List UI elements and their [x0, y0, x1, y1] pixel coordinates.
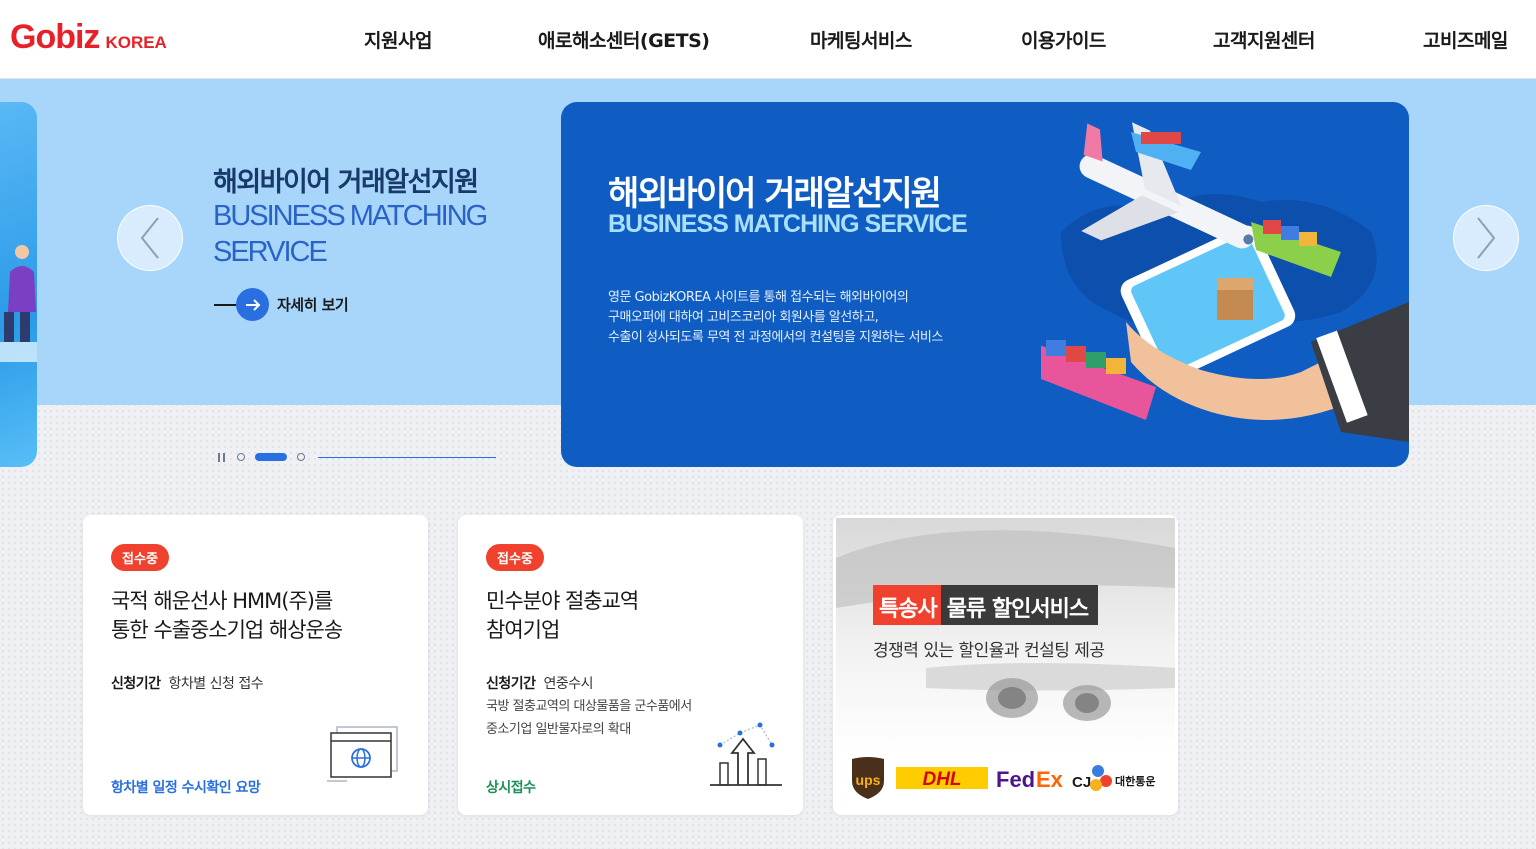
- svg-text:대한통운: 대한통운: [1115, 774, 1155, 788]
- nav-item-support-programs[interactable]: 지원사업: [364, 26, 432, 53]
- fedex-logo: Fed Ex: [996, 767, 1064, 792]
- nav-item-gets-center[interactable]: 애로해소센터(GETS): [538, 26, 710, 53]
- cj-logo: CJ 대한통운: [1072, 765, 1155, 791]
- card-footer-note: 상시접수: [486, 780, 536, 796]
- nav-item-gobiz-mail[interactable]: 고비즈메일: [1423, 26, 1508, 53]
- card-title-line1: 민수분야 절충교역: [486, 589, 639, 613]
- promo-headline: 특송사 물류 할인서비스: [873, 585, 1099, 625]
- card-title: 국적 해운선사 HMM(주)를 통한 수출중소기업 해상운송: [111, 587, 343, 645]
- svg-text:DHL: DHL: [922, 769, 961, 790]
- dhl-logo: DHL: [896, 767, 988, 790]
- program-card-hmm[interactable]: 접수중 국적 해운선사 HMM(주)를 통한 수출중소기업 해상운송 신청기간항…: [83, 515, 428, 815]
- card-period-label: 신청기간: [111, 676, 161, 692]
- logo-main-text: Gobiz: [10, 18, 100, 56]
- status-badge: 접수중: [111, 544, 169, 571]
- courier-logos: ups DHL Fed Ex CJ 대한통운: [852, 757, 1155, 799]
- chevron-left-icon: [140, 217, 159, 259]
- nav-item-marketing-service[interactable]: 마케팅서비스: [810, 26, 912, 53]
- promo-headline-red: 특송사: [873, 585, 941, 625]
- card-description: 국방 절충교역의 대상물품을 군수품에서 중소기업 일반물자로의 확대: [486, 695, 692, 741]
- view-more-label: 자세히 보기: [277, 296, 349, 314]
- card-period-value: 항차별 신청 접수: [168, 676, 264, 692]
- svg-text:Ex: Ex: [1036, 767, 1064, 792]
- card-desc-line1: 국방 절충교역의 대상물품을 군수품에서: [486, 699, 692, 714]
- airplane-photo: [836, 530, 1175, 721]
- card-period-value: 연중수시: [543, 676, 594, 692]
- hero-title-english: BUSINESS MATCHING SERVICE: [213, 198, 513, 270]
- card-period-label: 신청기간: [486, 676, 536, 692]
- gobiz-korea-logo[interactable]: Gobiz KOREA: [10, 18, 167, 58]
- ups-logo: ups: [852, 757, 884, 799]
- hero-card-subtitle: BUSINESS MATCHING SERVICE: [608, 210, 968, 238]
- hero-title-korean: 해외바이어 거래알선지원: [213, 167, 479, 198]
- pager-dot-1[interactable]: [237, 453, 245, 461]
- hero-card-title: 해외바이어 거래알선지원: [608, 174, 942, 214]
- hero-slide-card[interactable]: 해외바이어 거래알선지원 BUSINESS MATCHING SERVICE 영…: [561, 102, 1409, 467]
- logistics-discount-banner[interactable]: 특송사 물류 할인서비스 경쟁력 있는 할인율과 컨설팅 제공 ups DHL …: [833, 515, 1178, 815]
- pager-dot-3[interactable]: [297, 453, 305, 461]
- pause-icon[interactable]: [218, 452, 228, 462]
- promo-headline-dark: 물류 할인서비스: [940, 585, 1099, 625]
- status-badge: 접수중: [486, 544, 544, 571]
- nav-item-customer-center[interactable]: 고객지원센터: [1213, 26, 1315, 53]
- growth-chart-icon: [710, 722, 782, 786]
- card-title-line1: 국적 해운선사 HMM(주)를: [111, 589, 333, 613]
- pager-progress-line: [318, 456, 496, 458]
- person-illustration: [0, 245, 37, 362]
- site-header: Gobiz KOREA 지원사업 애로해소센터(GETS) 마케팅서비스 이용가…: [0, 0, 1536, 79]
- slide-prev-button[interactable]: [117, 205, 183, 271]
- trade-logistics-illustration: [1041, 122, 1409, 442]
- logo-sub-text: KOREA: [105, 33, 167, 52]
- card-footer-note: 항차별 일정 수시확인 요망: [111, 780, 261, 796]
- svg-text:Fed: Fed: [996, 767, 1035, 792]
- browser-globe-icon: [327, 726, 398, 782]
- chevron-right-icon: [1477, 217, 1496, 259]
- hero-card-desc-line1: 영문 GobizKOREA 사이트를 통해 접수되는 해외바이어의: [608, 290, 909, 305]
- card-title-line2: 통한 수출중소기업 해상운송: [111, 618, 343, 642]
- arrow-right-icon: [236, 288, 269, 321]
- hero-title-english-line2: SERVICE: [213, 236, 328, 268]
- slide-pager: [218, 450, 496, 464]
- view-more-link[interactable]: 자세히 보기: [214, 288, 349, 321]
- promo-subtitle: 경쟁력 있는 할인율과 컨설팅 제공: [873, 641, 1105, 661]
- nav-item-user-guide[interactable]: 이용가이드: [1021, 26, 1106, 53]
- hero-title-english-line1: BUSINESS MATCHING: [213, 200, 488, 232]
- hero-card-description: 영문 GobizKOREA 사이트를 통해 접수되는 해외바이어의 구매오퍼에 …: [608, 288, 943, 348]
- svg-text:ups: ups: [856, 772, 881, 788]
- svg-text:CJ: CJ: [1072, 774, 1091, 791]
- card-title-line2: 참여기업: [486, 618, 560, 642]
- program-card-offset-trade[interactable]: 접수중 민수분야 절충교역 참여기업 신청기간 연중수시 국방 절충교역의 대상물…: [458, 515, 803, 815]
- hero-card-desc-line2: 구매오퍼에 대하여 고비즈코리아 회원사를 알선하고,: [608, 310, 879, 325]
- card-title: 민수분야 절충교역 참여기업: [486, 587, 639, 645]
- slide-next-button[interactable]: [1453, 205, 1519, 271]
- pager-dot-2-active[interactable]: [255, 453, 287, 461]
- card-period: 신청기간 연중수시: [486, 673, 594, 693]
- card-period: 신청기간 항차별 신청 접수: [111, 673, 264, 693]
- card-desc-line2: 중소기업 일반물자로의 확대: [486, 722, 631, 737]
- previous-slide-peek[interactable]: [0, 102, 37, 467]
- hero-card-desc-line3: 수출이 성사되도록 무역 전 과정에서의 컨설팅을 지원하는 서비스: [608, 330, 943, 345]
